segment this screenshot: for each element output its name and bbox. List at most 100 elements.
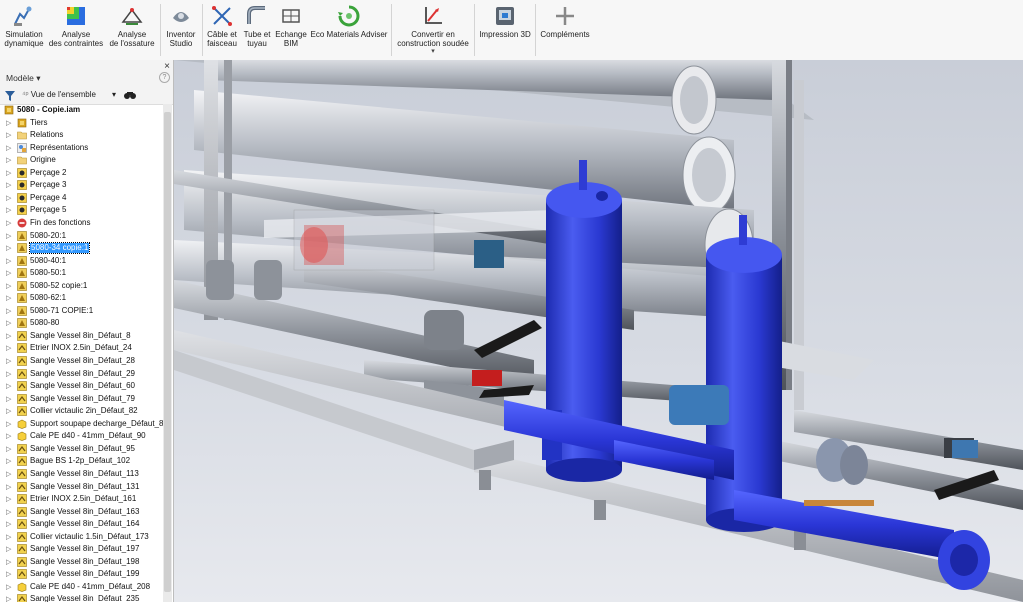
expand-arrow-icon[interactable]: ▷ (6, 508, 11, 516)
expand-arrow-icon[interactable]: ▷ (6, 495, 11, 503)
expand-arrow-icon[interactable]: ▷ (6, 545, 11, 553)
print-3d-button[interactable]: Impression 3D (476, 0, 534, 60)
tree-item[interactable]: ▷ 5080-62:1 (0, 292, 163, 305)
expand-arrow-icon[interactable]: ▷ (6, 232, 11, 240)
tree-item[interactable]: ▷ Sangle Vessel 8in_Défaut_197 (0, 543, 163, 556)
add-ins-button[interactable]: Compléments (537, 0, 593, 60)
eco-materials-adviser-button[interactable]: Eco Materials Adviser (308, 0, 390, 60)
expand-arrow-icon[interactable]: ▷ (6, 131, 11, 139)
binoculars-icon[interactable] (124, 90, 136, 100)
tree-item[interactable]: ▷ Perçage 5 (0, 204, 163, 217)
tree-item[interactable]: ▷ Sangle Vessel 8in_Défaut_198 (0, 556, 163, 569)
tube-pipe-button[interactable]: Tube et tuyau (240, 0, 274, 60)
help-icon[interactable]: ? (159, 72, 170, 83)
expand-arrow-icon[interactable]: ▷ (6, 520, 11, 528)
tree-item[interactable]: ▷ Perçage 4 (0, 192, 163, 205)
expand-arrow-icon[interactable]: ▷ (6, 395, 11, 403)
expand-arrow-icon[interactable]: ▷ (6, 169, 11, 177)
tree-root-item[interactable]: 5080 - Copie.iam (0, 104, 163, 117)
tree-item[interactable]: ▷ Sangle Vessel 8in_Défaut_79 (0, 393, 163, 406)
tree-item[interactable]: ▷ Sangle Vessel 8in_Défaut_113 (0, 468, 163, 481)
expand-arrow-icon[interactable]: ▷ (6, 407, 11, 415)
tree-item[interactable]: ▷ Bague BS 1-2p_Défaut_102 (0, 455, 163, 468)
expand-arrow-icon[interactable]: ▷ (6, 156, 11, 164)
expand-arrow-icon[interactable]: ▷ (6, 344, 11, 352)
expand-arrow-icon[interactable]: ▷ (6, 432, 11, 440)
expand-arrow-icon[interactable]: ▷ (6, 470, 11, 478)
expand-arrow-icon[interactable]: ▷ (6, 307, 11, 315)
cable-harness-button[interactable]: Câble et faisceau (204, 0, 240, 60)
tree-item[interactable]: ▷ 5080-34 copie:1 (0, 242, 163, 255)
tree-item[interactable]: ▷ Sangle Vessel 8in_Défaut_29 (0, 368, 163, 381)
close-icon[interactable]: × (164, 61, 170, 72)
tree-item[interactable]: ▷ Etrier INOX 2.5in_Défaut_24 (0, 342, 163, 355)
expand-arrow-icon[interactable]: ▷ (6, 194, 11, 202)
tree-item[interactable]: ▷ Sangle Vessel 8in_Défaut_164 (0, 518, 163, 531)
inventor-studio-button[interactable]: Inventor Studio (162, 0, 200, 60)
panel-title-dropdown[interactable]: Modèle ▾ (6, 73, 41, 84)
filter-icon[interactable] (5, 91, 15, 101)
expand-arrow-icon[interactable]: ▷ (6, 382, 11, 390)
stress-analysis-button[interactable]: Analyse des contraintes (47, 0, 105, 60)
expand-arrow-icon[interactable]: ▷ (6, 282, 11, 290)
expand-arrow-icon[interactable]: ▷ (6, 144, 11, 152)
tree-item[interactable]: ▷ Collier victaulic 1.5in_Défaut_173 (0, 531, 163, 544)
expand-arrow-icon[interactable]: ▷ (6, 457, 11, 465)
tree-item[interactable]: ▷ Collier victaulic 2in_Défaut_82 (0, 405, 163, 418)
expand-arrow-icon[interactable]: ▷ (6, 445, 11, 453)
expand-arrow-icon[interactable]: ▷ (6, 370, 11, 378)
tree-item[interactable]: ▷ Etrier INOX 2.5in_Défaut_161 (0, 493, 163, 506)
expand-arrow-icon[interactable]: ▷ (6, 483, 11, 491)
scrollbar-thumb[interactable] (164, 112, 171, 592)
tree-item[interactable]: ▷ Origine (0, 154, 163, 167)
expand-arrow-icon[interactable]: ▷ (6, 319, 11, 327)
tree-item[interactable]: ▷ Sangle Vessel 8in_Défaut_95 (0, 443, 163, 456)
expand-arrow-icon[interactable]: ▷ (6, 219, 11, 227)
expand-arrow-icon[interactable]: ▷ (6, 181, 11, 189)
dynamic-simulation-button[interactable]: Simulation dynamique (2, 0, 46, 60)
tree-item[interactable]: ▷ 5080-52 copie:1 (0, 280, 163, 293)
tree-item[interactable]: ▷ Perçage 3 (0, 179, 163, 192)
tree-item[interactable]: ▷ Relations (0, 129, 163, 142)
tree-item[interactable]: ▷ Cale PE d40 - 41mm_Défaut_208 (0, 581, 163, 594)
view-select[interactable]: ⁴ᵖ Vue de l'ensemble (22, 90, 96, 99)
tree-item[interactable]: ▷ Perçage 2 (0, 167, 163, 180)
tree-scrollbar[interactable] (163, 104, 172, 602)
expand-arrow-icon[interactable]: ▷ (6, 558, 11, 566)
expand-arrow-icon[interactable]: ▷ (6, 357, 11, 365)
tree-item[interactable]: ▷ Tiers (0, 117, 163, 130)
tree-item[interactable]: ▷ Représentations (0, 142, 163, 155)
expand-arrow-icon[interactable]: ▷ (6, 206, 11, 214)
expand-arrow-icon[interactable]: ▷ (6, 119, 11, 127)
tree-item[interactable]: ▷ Support soupape decharge_Défaut_89 (0, 418, 163, 431)
tree-item[interactable]: ▷ Cale PE d40 - 41mm_Défaut_90 (0, 430, 163, 443)
tree-item[interactable]: ▷ 5080-80 (0, 317, 163, 330)
expand-arrow-icon[interactable]: ▷ (6, 570, 11, 578)
convert-weldment-button[interactable]: Convertir en construction soudée ▾ (393, 0, 473, 60)
tree-item[interactable]: ▷ 5080-40:1 (0, 255, 163, 268)
expand-arrow-icon[interactable]: ▷ (6, 257, 11, 265)
frame-analysis-button[interactable]: Analyse de l'ossature (106, 0, 158, 60)
expand-arrow-icon[interactable]: ▷ (6, 420, 11, 428)
tree-item[interactable]: ▷ Sangle Vessel 8in_Défaut_163 (0, 506, 163, 519)
tree-item[interactable]: ▷ Sangle Vessel 8in_Défaut_60 (0, 380, 163, 393)
tree-item[interactable]: ▷ Fin des fonctions (0, 217, 163, 230)
expand-arrow-icon[interactable]: ▷ (6, 583, 11, 591)
tree-item[interactable]: ▷ 5080-71 COPIE:1 (0, 305, 163, 318)
bim-exchange-button[interactable]: Echange BIM (274, 0, 308, 60)
tree-item[interactable]: ▷ 5080-20:1 (0, 230, 163, 243)
chevron-down-icon[interactable]: ▾ (397, 48, 469, 55)
expand-arrow-icon[interactable]: ▷ (6, 294, 11, 302)
tree-item[interactable]: ▷ Sangle Vessel 8in_Défaut_8 (0, 330, 163, 343)
expand-arrow-icon[interactable]: ▷ (6, 244, 11, 252)
tree-item[interactable]: ▷ Sangle Vessel 8in_Défaut_235 (0, 593, 163, 602)
tree-item[interactable]: ▷ Sangle Vessel 8in_Défaut_131 (0, 481, 163, 494)
expand-arrow-icon[interactable]: ▷ (6, 595, 11, 602)
tree-item[interactable]: ▷ Sangle Vessel 8in_Défaut_28 (0, 355, 163, 368)
expand-arrow-icon[interactable]: ▷ (6, 269, 11, 277)
tree-item[interactable]: ▷ Sangle Vessel 8in_Défaut_199 (0, 568, 163, 581)
3d-viewport[interactable] (174, 60, 1023, 602)
expand-arrow-icon[interactable]: ▷ (6, 533, 11, 541)
expand-arrow-icon[interactable]: ▷ (6, 332, 11, 340)
chevron-down-icon[interactable]: ▾ (112, 90, 116, 99)
